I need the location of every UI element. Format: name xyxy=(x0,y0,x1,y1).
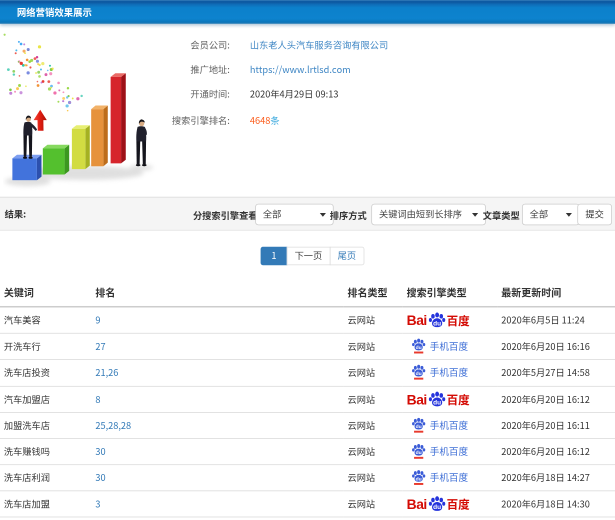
svg-text:du: du xyxy=(416,345,422,351)
svg-text:百度: 百度 xyxy=(447,497,471,513)
svg-text:百度: 百度 xyxy=(447,313,471,329)
svg-text:手机百度: 手机百度 xyxy=(430,339,469,353)
svg-text:du: du xyxy=(433,320,441,327)
svg-text:百度: 百度 xyxy=(447,392,471,408)
svg-text:du: du xyxy=(433,504,441,511)
svg-text:du: du xyxy=(416,450,422,456)
svg-text:du: du xyxy=(416,424,422,430)
svg-text:手机百度: 手机百度 xyxy=(430,470,469,484)
svg-text:du: du xyxy=(433,399,441,406)
svg-text:du: du xyxy=(416,371,422,377)
svg-text:手机百度: 手机百度 xyxy=(430,365,469,379)
svg-text:Bai: Bai xyxy=(407,496,427,512)
svg-text:Bai: Bai xyxy=(407,391,427,407)
svg-text:手机百度: 手机百度 xyxy=(430,444,469,458)
svg-text:Bai: Bai xyxy=(407,312,427,328)
svg-text:手机百度: 手机百度 xyxy=(430,418,469,432)
svg-text:du: du xyxy=(416,476,422,482)
